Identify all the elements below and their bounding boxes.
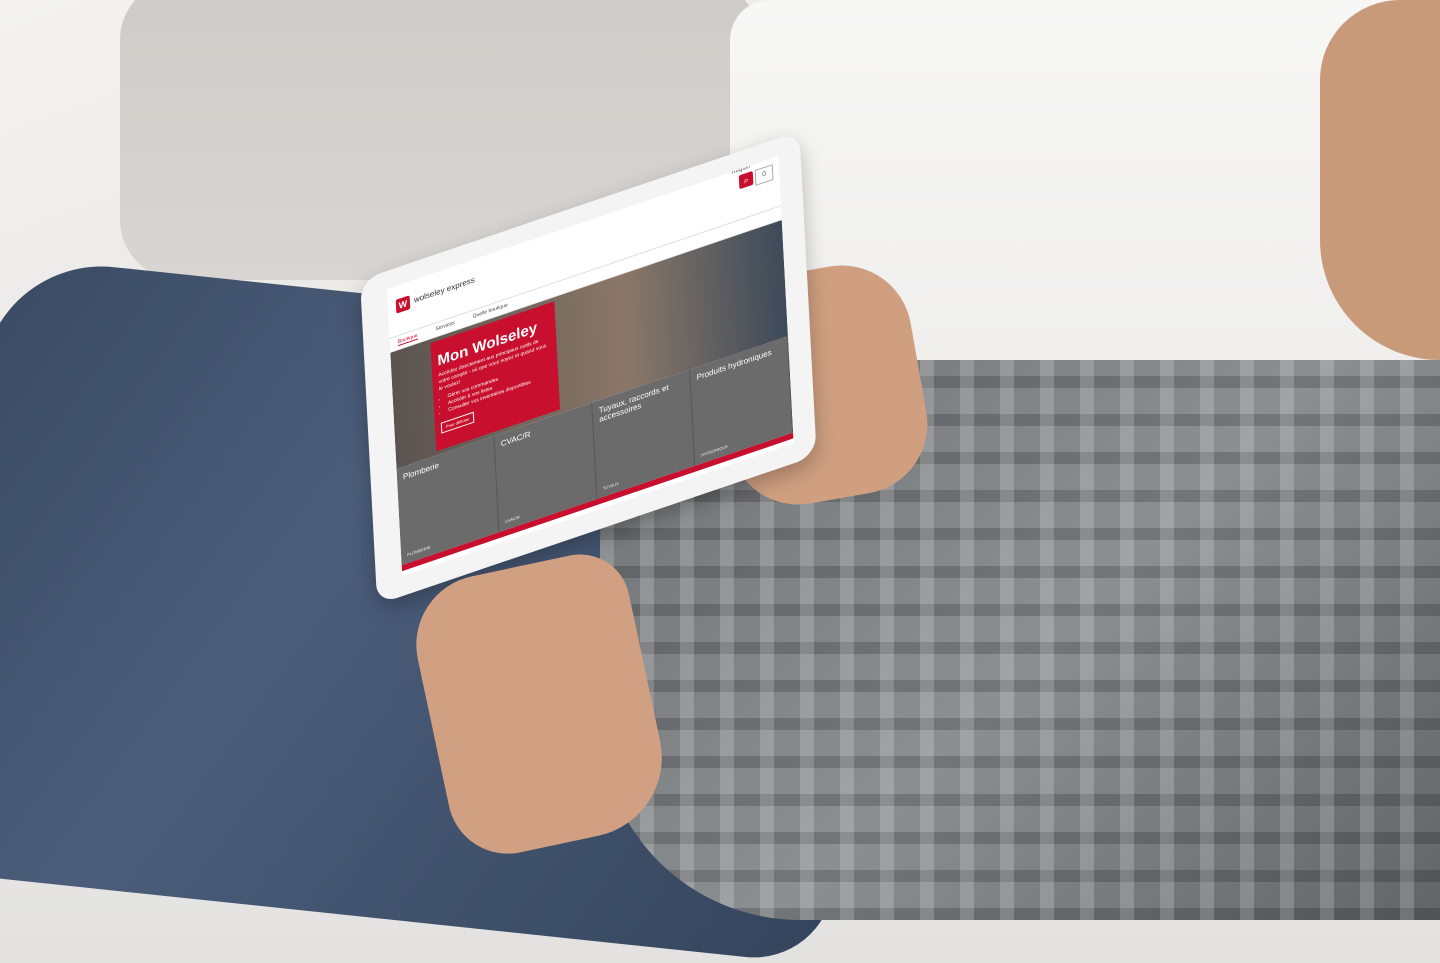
brand-logo[interactable]: W wolseley express [395,273,476,314]
brand-name: wolseley express [413,275,476,305]
cart-button[interactable]: 0 [754,164,774,186]
tablet-frame: W wolseley express Région ⌕ 0 Boutique S… [360,130,817,605]
search-button[interactable]: ⌕ [738,170,754,190]
tablet: W wolseley express Région ⌕ 0 Boutique S… [360,130,817,610]
hero-cta-button[interactable]: Pour débuter [440,411,475,434]
brand-mark-icon: W [395,295,411,314]
category-link[interactable]: CVAC/R [505,514,520,524]
search-icon: ⌕ [743,174,749,186]
category-link[interactable]: TUYAUX [603,481,619,491]
category-link[interactable]: HYDRONIQUE [701,444,728,458]
category-link[interactable]: PLOMBERIE [407,545,431,558]
photo-scene: W wolseley express Région ⌕ 0 Boutique S… [0,0,1440,963]
tablet-screen: W wolseley express Région ⌕ 0 Boutique S… [386,156,794,577]
